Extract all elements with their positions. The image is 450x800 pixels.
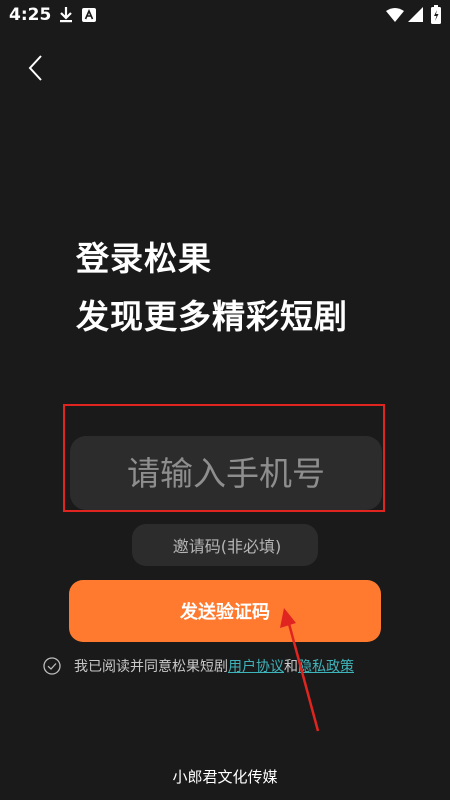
headline-line1: 登录松果 xyxy=(76,239,212,278)
download-icon xyxy=(60,7,72,23)
phone-input[interactable] xyxy=(70,435,382,511)
signal-icon xyxy=(408,7,423,22)
agreement-text: 我已阅读并同意松果短剧 xyxy=(74,659,228,675)
headline-line2: 发现更多精彩短剧 xyxy=(76,297,348,336)
status-bar: 4:25 xyxy=(0,0,450,32)
send-code-button[interactable]: 发送验证码 xyxy=(69,580,381,642)
font-notification-icon xyxy=(82,8,96,22)
invite-code-container xyxy=(132,524,322,568)
agreement-checkbox[interactable] xyxy=(43,657,61,675)
status-time: 4:25 xyxy=(9,5,52,25)
footer-company: 小郎君文化传媒 xyxy=(172,768,278,786)
chevron-left-icon xyxy=(28,55,42,81)
battery-charging-icon xyxy=(431,5,441,24)
invite-code-input[interactable] xyxy=(132,524,322,568)
user-agreement-link[interactable]: 用户协议 xyxy=(228,656,284,676)
wifi-icon xyxy=(386,8,404,22)
back-button[interactable] xyxy=(22,50,52,86)
phone-input-container xyxy=(70,435,382,511)
annotation-arrow xyxy=(280,608,320,732)
